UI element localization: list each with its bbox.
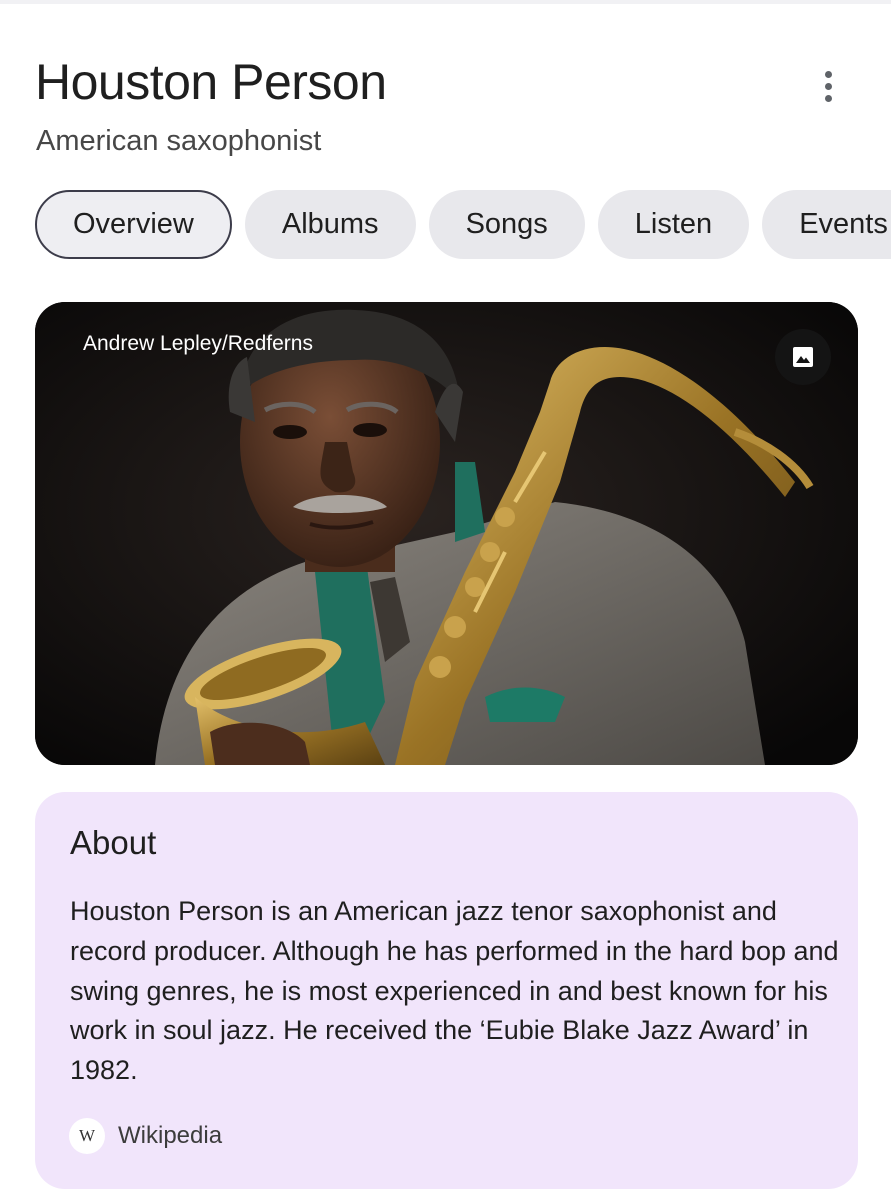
portrait-photo bbox=[35, 302, 858, 765]
more-vert-dot bbox=[824, 82, 832, 90]
top-divider bbox=[0, 0, 891, 4]
tab-albums[interactable]: Albums bbox=[244, 190, 416, 259]
tab-listen[interactable]: Listen bbox=[597, 190, 750, 259]
tab-label: Events bbox=[799, 208, 888, 240]
tab-label: Songs bbox=[465, 208, 548, 240]
about-description: Houston Person is an American jazz tenor… bbox=[70, 896, 839, 1086]
about-heading: About bbox=[70, 824, 157, 861]
tab-label: Albums bbox=[281, 208, 379, 240]
photo-credit: Andrew Lepley/Redferns bbox=[83, 332, 313, 355]
tab-overview[interactable]: Overview bbox=[35, 190, 232, 259]
tab-bar: Overview Albums Songs Listen Events bbox=[35, 190, 891, 259]
knowledge-panel: Houston Person American saxophonist Over… bbox=[0, 0, 891, 1200]
source-link-wikipedia[interactable]: W Wikipedia bbox=[69, 1118, 222, 1154]
image-icon bbox=[793, 347, 813, 367]
tab-songs[interactable]: Songs bbox=[428, 190, 585, 259]
more-options-button[interactable] bbox=[806, 64, 850, 108]
source-label: Wikipedia bbox=[118, 1122, 223, 1149]
page-subtitle: American saxophonist bbox=[36, 125, 322, 157]
tab-label: Overview bbox=[73, 208, 194, 240]
more-vert-dot bbox=[824, 94, 832, 102]
wikipedia-icon-letter: W bbox=[78, 1126, 96, 1145]
tab-events[interactable]: Events bbox=[762, 190, 891, 259]
view-image-button[interactable] bbox=[775, 329, 831, 385]
tab-label: Listen bbox=[634, 208, 713, 240]
page-title: Houston Person bbox=[35, 54, 387, 110]
more-vert-icon bbox=[824, 70, 832, 78]
wikipedia-icon: W bbox=[69, 1118, 105, 1154]
hero-image[interactable]: Andrew Lepley/Redferns bbox=[35, 302, 858, 765]
about-card: About Houston Person is an American jazz… bbox=[35, 792, 858, 1189]
